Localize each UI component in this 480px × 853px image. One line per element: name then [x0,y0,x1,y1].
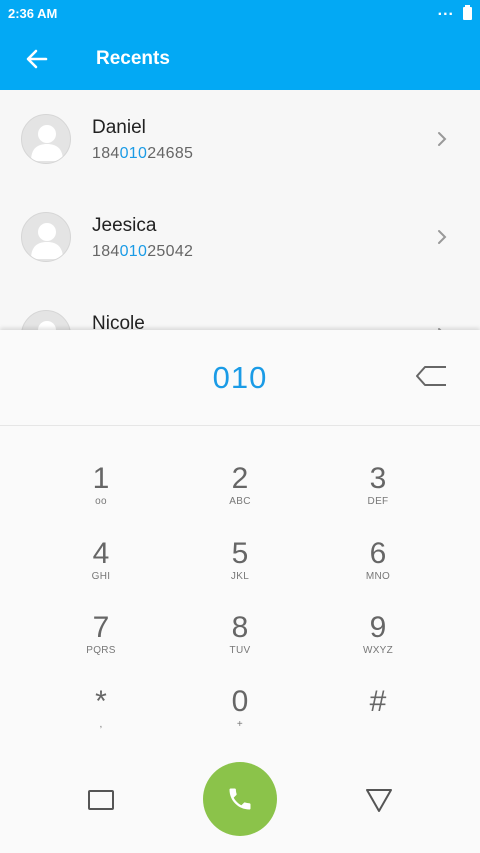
voicemail-icon: oo [95,496,107,507]
contact-number: 18401025042 [92,243,194,260]
avatar [21,114,71,164]
avatar [21,310,71,330]
contact-name: Daniel [92,117,146,138]
number-match: 010 [119,243,148,260]
dial-key-hash[interactable]: # [328,686,428,746]
chevron-right-icon[interactable] [434,228,450,246]
dial-key-1[interactable]: 1 oo [51,463,151,523]
call-button[interactable] [203,762,277,836]
list-item[interactable]: Nicole [0,286,480,330]
person-icon [31,125,63,161]
dial-key-0[interactable]: 0 + [190,686,290,746]
status-time: 2:36 AM [8,6,58,21]
contact-number: 18401024685 [92,145,194,162]
dialed-number[interactable]: 010 [0,360,480,396]
status-bar: 2:36 AM ... [0,0,480,28]
page-title: Recents [96,48,170,69]
list-item[interactable]: Daniel 18401024685 [0,90,480,188]
dial-key-3[interactable]: 3 DEF [328,463,428,523]
dial-key-8[interactable]: 8 TUV [190,612,290,672]
dial-key-6[interactable]: 6 MNO [328,538,428,598]
person-icon [38,321,56,330]
dialpad-sheet: 010 1 oo 2 ABC 3 DEF 4 GHI 5 JKL 6 MNO 7… [0,330,480,853]
dial-key-5[interactable]: 5 JKL [190,538,290,598]
contact-name: Jeesica [92,215,157,236]
phone-icon [229,788,251,810]
recent-apps-icon[interactable] [88,790,114,810]
arrow-left-icon[interactable] [22,44,52,74]
dial-key-9[interactable]: 9 WXYZ [328,612,428,672]
back-nav-icon[interactable] [364,786,394,814]
person-icon [31,223,63,259]
dial-key-star[interactable]: * , [51,686,151,746]
dial-display: 010 [0,330,480,426]
avatar [21,212,71,262]
backspace-icon[interactable] [414,364,448,388]
dial-key-7[interactable]: 7 PQRS [51,612,151,672]
more-notifications-icon: ... [437,2,454,19]
app-bar: Recents [0,28,480,90]
recents-list: Daniel 18401024685 Jeesica 18401025042 N… [0,90,480,330]
contact-name: Nicole [92,313,145,330]
dial-key-2[interactable]: 2 ABC [190,463,290,523]
battery-icon [463,5,472,20]
dial-key-4[interactable]: 4 GHI [51,538,151,598]
number-match: 010 [119,145,148,162]
list-item[interactable]: Jeesica 18401025042 [0,188,480,286]
chevron-right-icon[interactable] [434,130,450,148]
